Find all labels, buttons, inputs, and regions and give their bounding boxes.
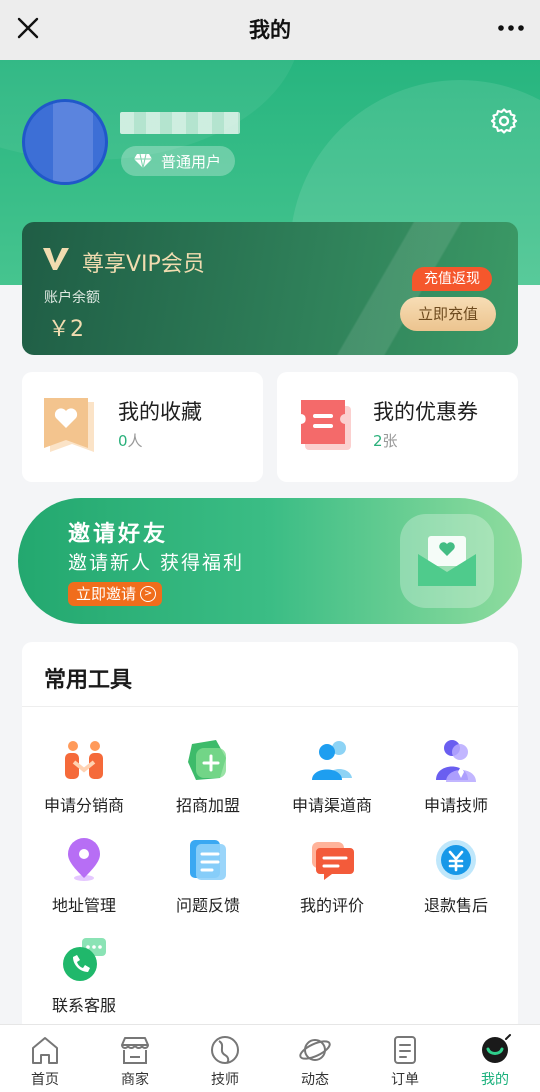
diamond-icon <box>134 153 152 169</box>
phone-icon <box>63 938 106 981</box>
settings-icon[interactable] <box>490 107 518 135</box>
location-icon <box>68 838 100 881</box>
feedback-icon <box>190 840 226 880</box>
technician-icon <box>436 740 476 782</box>
favorites-icon <box>44 398 94 452</box>
balance-value: ￥2 <box>48 317 84 342</box>
coupons-title: 我的优惠券 <box>373 400 478 424</box>
top-nav-bar: 我的 <box>0 0 540 60</box>
home-icon <box>32 1037 58 1064</box>
channel-icon <box>312 741 352 780</box>
bottom-tab-bar: 首页 商家 技师 动态 订单 我的 <box>0 1024 540 1092</box>
tool-apply-distributor[interactable]: 申请分销商 <box>22 738 146 816</box>
tool-apply-channel[interactable]: 申请渠道商 <box>270 738 394 816</box>
refund-icon <box>436 840 476 880</box>
recharge-button[interactable]: 立即充值 <box>400 297 496 331</box>
tool-apply-technician[interactable]: 申请技师 <box>394 738 518 816</box>
vip-title: 尊享VIP会员 <box>82 252 205 277</box>
tool-contact-service[interactable]: 联系客服 <box>22 938 146 1016</box>
tool-my-reviews[interactable]: 我的评价 <box>270 838 394 916</box>
tab-merchant[interactable]: 商家 <box>90 1025 180 1092</box>
tool-feedback[interactable]: 问题反馈 <box>146 838 270 916</box>
coupons-card[interactable]: 我的优惠券 2张 <box>277 372 518 482</box>
member-level-label: 普通用户 <box>161 152 222 171</box>
favorites-title: 我的收藏 <box>118 400 202 424</box>
balance-label: 账户余额 <box>44 290 100 306</box>
favorites-count: 0人 <box>118 432 143 450</box>
invite-subtitle: 邀请新人 获得福利 <box>68 552 245 574</box>
tool-franchise[interactable]: 招商加盟 <box>146 738 270 816</box>
review-icon <box>312 842 354 880</box>
profile-icon <box>482 1034 511 1063</box>
invite-title: 邀请好友 <box>68 522 169 547</box>
tab-profile[interactable]: 我的 <box>450 1025 540 1092</box>
invite-friends-banner[interactable]: 邀请好友 邀请新人 获得福利 立即邀请 > <box>18 498 522 624</box>
store-icon <box>121 1037 149 1064</box>
envelope-icon <box>418 536 476 586</box>
tools-title: 常用工具 <box>44 668 133 693</box>
tab-technician[interactable]: 技师 <box>180 1025 270 1092</box>
order-icon <box>394 1036 416 1064</box>
tab-home[interactable]: 首页 <box>0 1025 90 1092</box>
username-blurred <box>120 112 240 134</box>
cashback-tag: 充值返现 <box>412 267 492 291</box>
coupons-count: 2张 <box>373 432 398 450</box>
page-title: 我的 <box>249 18 291 42</box>
common-tools-card: 常用工具 申请分销商 招商加盟 申请渠道商 申请技师 地址管理 问题反馈 我的评… <box>22 642 518 1032</box>
vip-card[interactable]: 尊享VIP会员 账户余额 ￥2 充值返现 立即充值 <box>22 222 518 355</box>
coupon-icon <box>301 400 351 450</box>
join-icon <box>188 740 226 780</box>
technician-tab-icon <box>211 1036 239 1064</box>
planet-icon <box>299 1039 331 1061</box>
invite-now-button[interactable]: 立即邀请 > <box>68 582 163 606</box>
tool-refund-after-sales[interactable]: 退款售后 <box>394 838 518 916</box>
member-level-badge: 普通用户 <box>121 146 236 176</box>
tab-orders[interactable]: 订单 <box>360 1025 450 1092</box>
vip-logo-icon <box>43 248 69 270</box>
arrow-right-icon: > <box>140 586 157 602</box>
more-icon[interactable] <box>496 14 526 42</box>
tab-feed[interactable]: 动态 <box>270 1025 360 1092</box>
avatar[interactable] <box>22 99 108 185</box>
tool-address-management[interactable]: 地址管理 <box>22 838 146 916</box>
handshake-icon <box>65 741 103 779</box>
favorites-card[interactable]: 我的收藏 0人 <box>22 372 263 482</box>
